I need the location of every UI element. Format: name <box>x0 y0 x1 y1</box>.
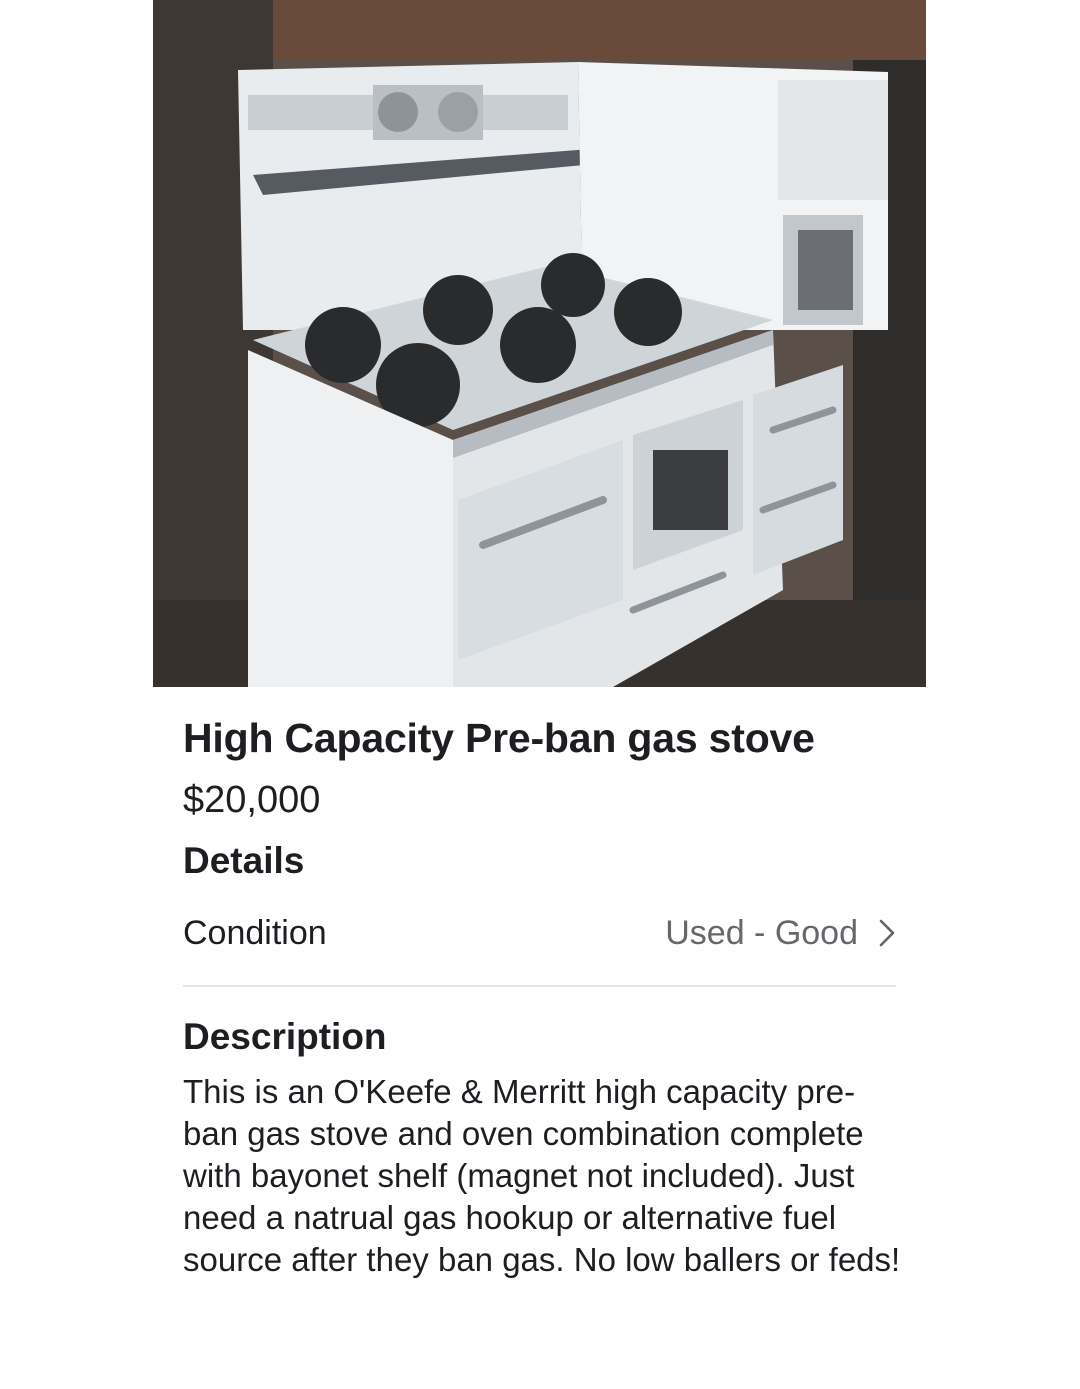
description-text: This is an O'Keefe & Merritt high capaci… <box>183 1073 901 1278</box>
description-heading: Description <box>183 1016 387 1057</box>
condition-label: Condition <box>183 913 327 952</box>
divider <box>183 985 896 987</box>
details-heading: Details <box>183 840 305 881</box>
listing-price: $20,000 <box>183 779 321 821</box>
condition-row[interactable]: Condition Used - Good <box>183 911 896 955</box>
listing-photo[interactable] <box>153 0 926 687</box>
condition-value-wrap: Used - Good <box>665 914 896 953</box>
listing-content: High Capacity Pre-ban gas stove $20,000 … <box>183 700 900 1281</box>
chevron-right-icon <box>879 919 895 947</box>
listing-title: High Capacity Pre-ban gas stove <box>183 715 815 761</box>
condition-value: Used - Good <box>665 913 858 952</box>
